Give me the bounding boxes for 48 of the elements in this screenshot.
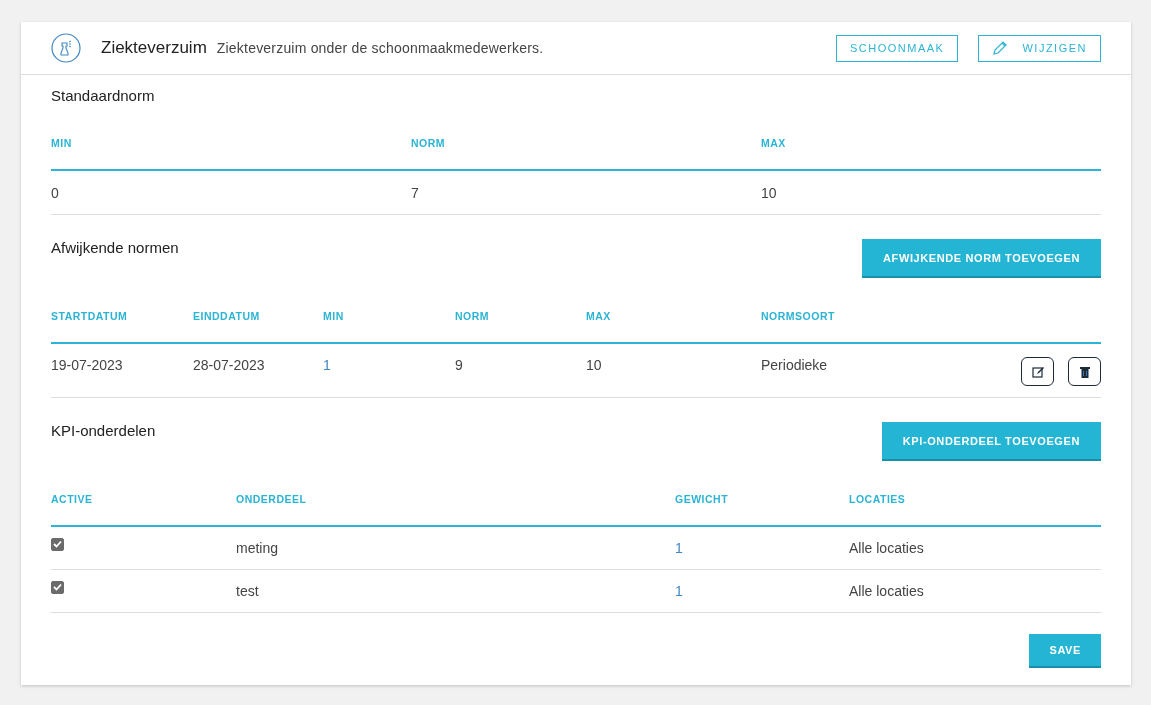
table-cell: Alle locaties — [849, 570, 1101, 613]
edit-icon — [1031, 365, 1044, 378]
pencil-icon — [992, 40, 1009, 56]
edit-button[interactable]: WIJZIGEN — [978, 34, 1101, 62]
column-header: MAX — [761, 106, 1101, 171]
table-cell: test — [236, 570, 675, 613]
table-cell: 10 — [761, 171, 1101, 215]
checkmark-icon — [53, 540, 62, 548]
table-cell: 7 — [411, 171, 761, 215]
save-button[interactable]: SAVE — [1029, 634, 1101, 668]
column-header: MIN — [51, 106, 411, 171]
table-cell: 9 — [455, 344, 586, 398]
section-title: Standaardnorm — [51, 86, 155, 106]
trash-icon — [1079, 365, 1090, 378]
checkbox[interactable] — [51, 537, 64, 551]
table-cell: 1 — [675, 527, 849, 570]
column-header: NORMSOORT — [761, 278, 1101, 344]
table-cell: 0 — [51, 171, 411, 215]
page-description: Ziekteverzuim onder de schoonmaakmedewerkers. — [216, 40, 544, 56]
column-header: MIN — [323, 278, 455, 344]
section-title: KPI-onderdelen — [51, 421, 156, 441]
add-button[interactable]: KPI-ONDERDEEL TOEVOEGEN — [881, 422, 1101, 461]
page-title: Ziekteverzuim — [101, 38, 207, 58]
table-cell: 1 — [675, 570, 849, 613]
column-header: EINDDATUM — [193, 278, 323, 344]
checkmark-icon — [53, 583, 62, 591]
table-cell: meting — [236, 527, 675, 570]
category-button[interactable]: SCHOONMAAK — [835, 34, 959, 62]
table-cell: 1 — [323, 344, 455, 398]
table-cell: Periodieke — [761, 357, 828, 373]
delete-button[interactable] — [1068, 357, 1101, 386]
table-cell: 10 — [586, 344, 761, 398]
table-cell: 28-07-2023 — [193, 344, 323, 398]
table-cell: Alle locaties — [849, 527, 1101, 570]
column-header: LOCATIES — [849, 461, 1101, 527]
column-header: GEWICHT — [675, 461, 849, 527]
column-header: NORM — [455, 278, 586, 344]
edit-button[interactable] — [1021, 357, 1054, 386]
column-header: MAX — [586, 278, 761, 344]
table-cell: 19-07-2023 — [51, 344, 193, 398]
column-header: ONDERDEEL — [236, 461, 675, 527]
checkbox[interactable] — [51, 580, 64, 594]
spray-bottle-icon — [51, 33, 81, 63]
column-header: ACTIVE — [51, 461, 236, 527]
add-button[interactable]: AFWIJKENDE NORM TOEVOEGEN — [862, 239, 1101, 278]
column-header: STARTDATUM — [51, 278, 193, 344]
section-title: Afwijkende normen — [51, 238, 179, 258]
column-header: NORM — [411, 106, 761, 171]
